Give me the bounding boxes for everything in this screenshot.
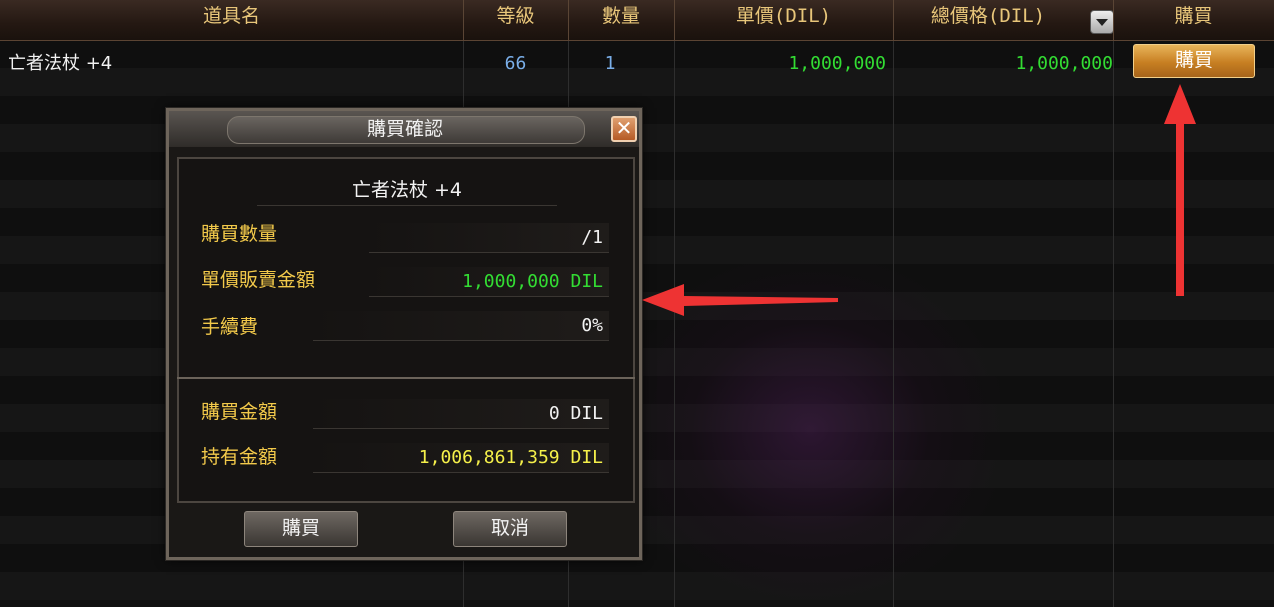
purchase-confirm-dialog: 購買確認 ✕ 亡者法杖 +4 購買數量 /1 單價販賣金額 1,000,000 …: [166, 108, 642, 560]
chevron-down-icon[interactable]: [1090, 10, 1114, 34]
column-divider: [893, 0, 894, 607]
arrow-up-icon: [1164, 84, 1196, 296]
held-amount-label: 持有金額: [201, 446, 278, 468]
dialog-cancel-button[interactable]: 取消: [453, 511, 567, 547]
dialog-title: 購買確認: [366, 118, 443, 140]
unit-price-label: 單價販賣金額: [201, 269, 316, 291]
qty-field[interactable]: /1: [369, 223, 609, 253]
row-buy-button[interactable]: 購買: [1133, 44, 1255, 78]
row-unit-price: 1,000,000: [788, 53, 886, 74]
row-item-name: 亡者法杖 +4: [8, 53, 113, 74]
header-level[interactable]: 等級: [463, 0, 568, 32]
dialog-divider: [177, 377, 635, 379]
column-divider: [1113, 0, 1114, 607]
header-total-price[interactable]: 總價格(DIL): [893, 0, 1113, 32]
unit-price-value: 1,000,000 DIL: [369, 267, 609, 297]
row-total-price: 1,000,000: [1015, 53, 1113, 74]
header-item-name[interactable]: 道具名: [0, 0, 463, 32]
close-button[interactable]: ✕: [611, 116, 637, 142]
dialog-item-name: 亡者法杖 +4: [257, 175, 557, 206]
header-buy: 購買: [1174, 5, 1213, 27]
dialog-buy-button[interactable]: 購買: [244, 511, 358, 547]
close-icon: ✕: [615, 116, 633, 140]
fee-label: 手續費: [201, 316, 259, 338]
purchase-amount-label: 購買金額: [201, 401, 278, 423]
header-quantity[interactable]: 數量: [568, 0, 674, 32]
held-amount-value: 1,006,861,359 DIL: [313, 443, 609, 473]
header-unit-price[interactable]: 單價(DIL): [674, 0, 893, 32]
arrow-left-icon: [642, 284, 838, 316]
row-level: 66: [504, 53, 527, 74]
table-header: 道具名 等級 數量 單價(DIL) 總價格(DIL) 購買: [0, 0, 1274, 41]
purchase-amount-value: 0 DIL: [313, 399, 609, 429]
qty-label: 購買數量: [201, 223, 278, 245]
fee-value: 0%: [313, 311, 609, 341]
row-quantity: 1: [604, 53, 616, 74]
